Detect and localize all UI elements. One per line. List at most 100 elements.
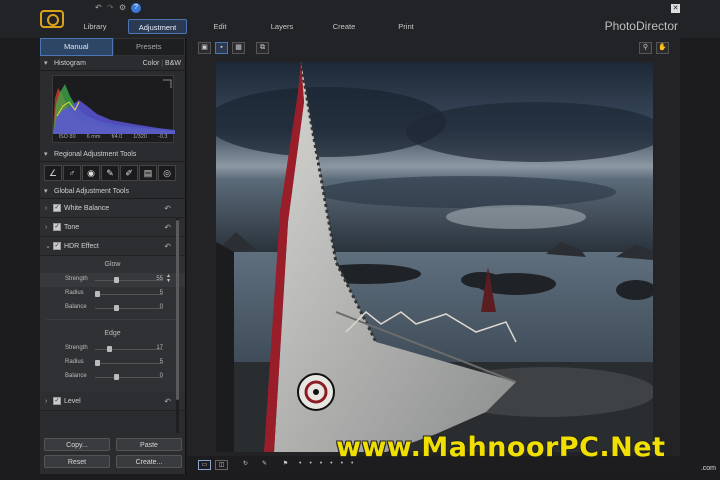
checkbox-icon[interactable]: ✓ (53, 242, 61, 250)
checkbox-icon[interactable]: ✓ (53, 397, 61, 405)
slider-value[interactable]: 17 (156, 345, 163, 351)
slider-track[interactable] (95, 294, 163, 295)
glow-balance-slider[interactable]: Balance 0 (40, 301, 185, 315)
regional-tools-header[interactable]: Regional Adjustment Tools (40, 147, 185, 162)
hand-tool-icon[interactable]: ✋ (656, 42, 669, 54)
global-item-white-balance[interactable]: › ✓ White Balance ↶ (40, 199, 185, 218)
adjustment-panel: Manual Presets Histogram Color | B&W ISO… (40, 38, 186, 474)
view-mode-single-icon[interactable]: ▪ (215, 42, 228, 54)
slider-label: Strength (65, 345, 88, 351)
global-item-tone[interactable]: › ✓ Tone ↶ (40, 218, 185, 237)
reset-icon[interactable]: ↶ (164, 218, 171, 237)
tab-print[interactable]: Print (388, 19, 424, 34)
edge-radius-slider[interactable]: Radius 5 (40, 356, 185, 370)
panel-scrollbar[interactable] (176, 218, 179, 433)
slider-label: Balance (65, 304, 87, 310)
histogram-bw-toggle[interactable]: B&W (165, 60, 181, 67)
histogram-color-toggle[interactable]: Color (143, 60, 160, 67)
view-mode-filmstrip-icon[interactable]: ▣ (198, 42, 211, 54)
viewer-toolbar: ▣ ▪ ▦ ⧉ ⚲ ✋ (187, 38, 680, 58)
chevron-right-icon[interactable]: › (45, 199, 47, 218)
tab-layers[interactable]: Layers (260, 19, 304, 34)
paste-button[interactable]: Paste (116, 438, 182, 451)
histogram-header[interactable]: Histogram Color | B&W (40, 56, 185, 71)
slider-value[interactable]: 0 (160, 304, 163, 310)
radial-filter-icon[interactable]: ◎ (158, 165, 176, 181)
graduated-filter-icon[interactable]: ▤ (139, 165, 157, 181)
gear-icon[interactable]: ⚙ (119, 3, 126, 12)
slider-handle[interactable] (114, 374, 119, 380)
slider-value[interactable]: 55 (156, 276, 163, 282)
split-view-icon[interactable]: ◫ (215, 460, 228, 470)
slider-track[interactable] (95, 349, 163, 350)
reset-icon[interactable]: ↶ (164, 392, 171, 411)
tab-adjustment[interactable]: Adjustment (128, 19, 187, 34)
regional-tools-title: Regional Adjustment Tools (54, 151, 137, 158)
view-mode-grid-icon[interactable]: ▦ (232, 42, 245, 54)
slider-handle[interactable] (95, 360, 100, 366)
slider-value[interactable]: 5 (160, 359, 163, 365)
rotate-icon[interactable]: ↻ (239, 460, 252, 470)
watermark-text: www.MahnoorPC.Net (336, 432, 666, 463)
compare-view-icon[interactable]: ⧉ (256, 42, 269, 54)
tab-library[interactable]: Library (72, 19, 118, 34)
adjustment-brush-icon[interactable]: ✐ (120, 165, 138, 181)
undo-icon[interactable]: ↶ (95, 3, 102, 12)
global-item-label: HDR Effect (64, 243, 99, 250)
zoom-icon[interactable]: ⚲ (639, 42, 652, 54)
histogram: ISO 80 6 mm f/4.0 1/320 -0.3 (52, 75, 175, 143)
tab-create[interactable]: Create (325, 19, 363, 34)
glow-radius-slider[interactable]: Radius 5 (40, 287, 185, 301)
crop-angle-icon[interactable]: ∠ (44, 165, 62, 181)
tab-edit[interactable]: Edit (200, 19, 240, 34)
chevron-right-icon[interactable]: › (45, 218, 47, 237)
global-tools-header[interactable]: Global Adjustment Tools (40, 184, 185, 199)
slider-label: Radius (65, 359, 84, 365)
slider-track[interactable] (95, 280, 163, 281)
chevron-down-icon[interactable]: ⌄ (45, 237, 51, 256)
red-eye-icon[interactable]: ◉ (82, 165, 100, 181)
reset-button[interactable]: Reset (44, 455, 110, 468)
checkbox-icon[interactable]: ✓ (53, 204, 61, 212)
spot-removal-icon[interactable]: ♂ (63, 165, 81, 181)
flag-icon[interactable]: ⚑ (279, 460, 292, 470)
help-icon[interactable]: ? (131, 3, 141, 13)
watermark-suffix: .com (700, 465, 716, 472)
slider-track[interactable] (95, 308, 163, 309)
slider-handle[interactable] (95, 291, 100, 297)
regional-tools: ∠ ♂ ◉ ✎ ✐ ▤ ◎ (40, 162, 185, 184)
hdr-effect-body: Glow Strength 55 ▲ ▼ Radius 5 Balance 0 E… (40, 256, 185, 392)
stepper-icon[interactable]: ▲ ▼ (166, 274, 171, 284)
slider-handle[interactable] (107, 346, 112, 352)
slider-handle[interactable] (114, 305, 119, 311)
slider-handle[interactable] (114, 277, 119, 283)
edge-strength-slider[interactable]: Strength 17 (40, 342, 185, 356)
global-item-hdr-effect[interactable]: ⌄ ✓ HDR Effect ↶ (40, 237, 185, 256)
slider-label: Balance (65, 373, 87, 379)
global-item-level[interactable]: › ✓ Level ↶ (40, 392, 185, 411)
global-item-label: Level (64, 398, 81, 405)
top-bar: ↶ ↷ ⚙ ? Library Adjustment Edit Layers C… (0, 0, 720, 38)
tab-manual[interactable]: Manual (40, 38, 113, 56)
create-button[interactable]: Create... (116, 455, 182, 468)
scrollbar-thumb[interactable] (176, 220, 179, 400)
redo-icon[interactable]: ↷ (107, 3, 114, 12)
fullscreen-icon[interactable]: ✕ (671, 4, 680, 13)
tab-presets[interactable]: Presets (112, 38, 185, 56)
copy-button[interactable]: Copy... (44, 438, 110, 451)
edge-title: Edge (104, 330, 121, 337)
reset-icon[interactable]: ↶ (164, 199, 171, 218)
slider-track[interactable] (95, 377, 163, 378)
slider-track[interactable] (95, 363, 163, 364)
main-photo[interactable] (216, 62, 653, 452)
slider-value[interactable]: 5 (160, 290, 163, 296)
glow-strength-slider[interactable]: Strength 55 ▲ ▼ (40, 273, 185, 287)
reset-icon[interactable]: ↶ (164, 237, 171, 256)
checkbox-icon[interactable]: ✓ (53, 223, 61, 231)
slider-value[interactable]: 0 (160, 373, 163, 379)
brush-icon[interactable]: ✎ (101, 165, 119, 181)
single-view-icon[interactable]: ▭ (198, 460, 211, 470)
edge-balance-slider[interactable]: Balance 0 (40, 370, 185, 384)
chevron-right-icon[interactable]: › (45, 392, 47, 411)
color-picker-icon[interactable]: ✎ (258, 460, 271, 470)
